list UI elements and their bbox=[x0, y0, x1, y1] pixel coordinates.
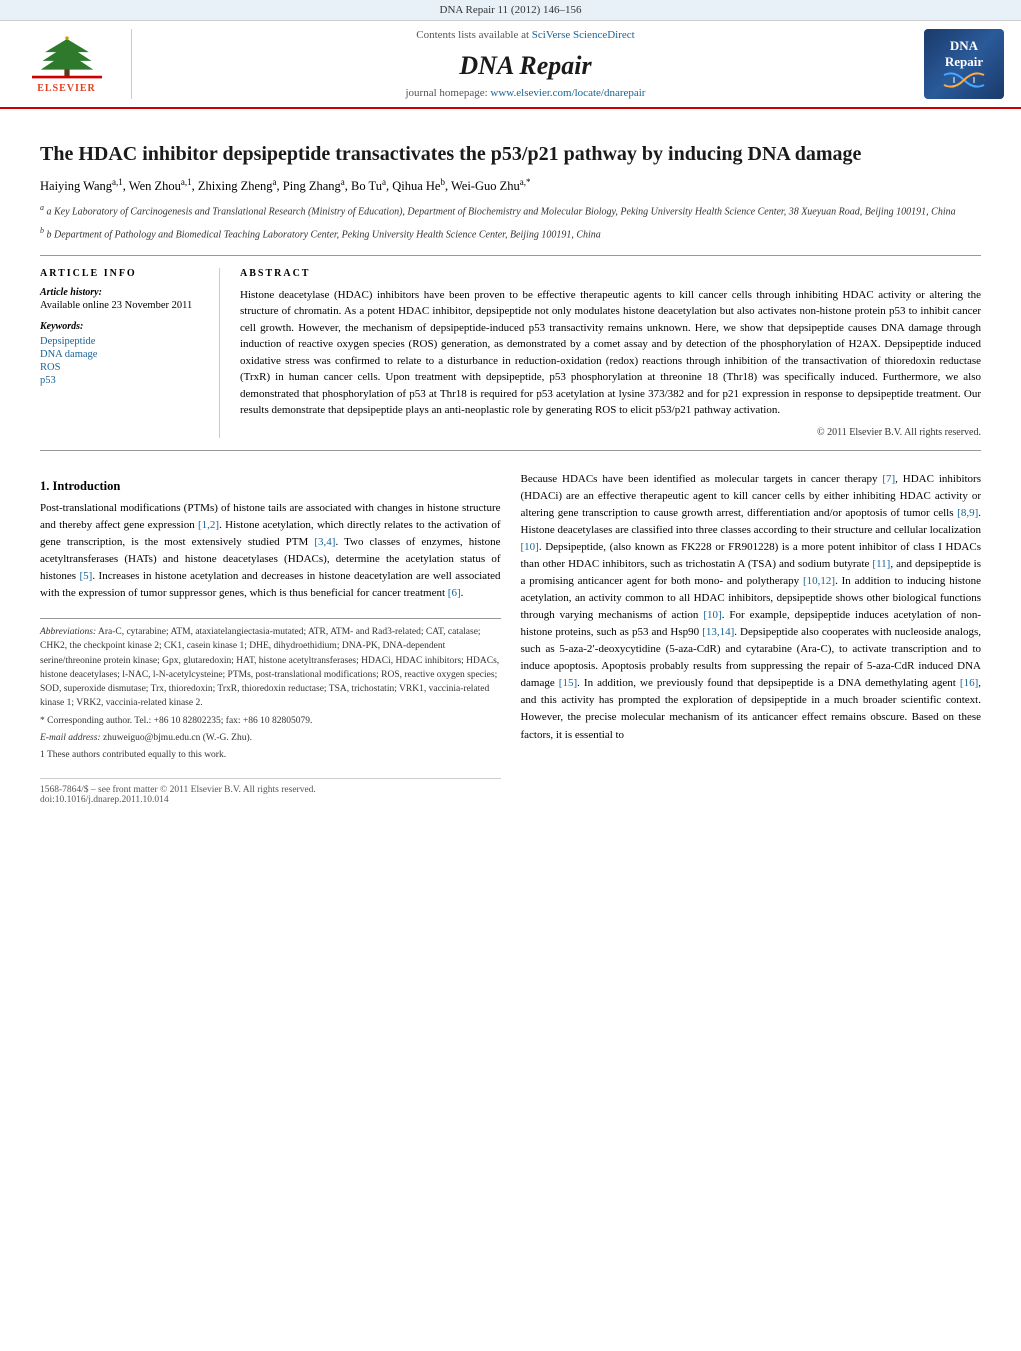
top-bar: DNA Repair 11 (2012) 146–156 bbox=[0, 0, 1021, 21]
journal-header: ELSEVIER Contents lists available at Sci… bbox=[0, 21, 1021, 109]
article-info-panel: ARTICLE INFO Article history: Available … bbox=[40, 268, 220, 438]
issn-line: 1568-7864/$ – see front matter © 2011 El… bbox=[40, 785, 501, 795]
journal-center: Contents lists available at SciVerse Sci… bbox=[142, 29, 909, 99]
abstract-panel: ABSTRACT Histone deacetylase (HDAC) inhi… bbox=[240, 268, 981, 438]
bottom-bar: 1568-7864/$ – see front matter © 2011 El… bbox=[40, 778, 501, 805]
intro-left-paragraph: Post-translational modifications (PTMs) … bbox=[40, 500, 501, 602]
section-1-title: 1. Introduction bbox=[40, 479, 501, 494]
abstract-heading: ABSTRACT bbox=[240, 268, 981, 279]
doi-line: doi:10.1016/j.dnarep.2011.10.014 bbox=[40, 795, 501, 805]
body-content: 1. Introduction Post-translational modif… bbox=[40, 463, 981, 806]
article-info-abstract-section: ARTICLE INFO Article history: Available … bbox=[40, 268, 981, 438]
affiliation-b: b b Department of Pathology and Biomedic… bbox=[40, 225, 981, 242]
elsevier-text: ELSEVIER bbox=[37, 83, 96, 94]
sciverse-link: Contents lists available at SciVerse Sci… bbox=[142, 29, 909, 41]
history-label: Article history: bbox=[40, 287, 204, 298]
journal-name-heading: DNA Repair bbox=[142, 51, 909, 81]
right-column: Because HDACs have been identified as mo… bbox=[521, 471, 982, 806]
abstract-text: Histone deacetylase (HDAC) inhibitors ha… bbox=[240, 287, 981, 419]
dna-repair-logo: DNARepair bbox=[919, 29, 1009, 99]
keyword-4: p53 bbox=[40, 375, 204, 386]
copyright-notice: © 2011 Elsevier B.V. All rights reserved… bbox=[240, 427, 981, 438]
journal-homepage: journal homepage: www.elsevier.com/locat… bbox=[142, 87, 909, 99]
intro-right-paragraph: Because HDACs have been identified as mo… bbox=[521, 471, 982, 744]
keywords-label: Keywords: bbox=[40, 321, 204, 332]
keyword-1: Depsipeptide bbox=[40, 336, 204, 347]
keyword-3: ROS bbox=[40, 362, 204, 373]
history-value: Available online 23 November 2011 bbox=[40, 300, 204, 311]
elsevier-logo: ELSEVIER bbox=[12, 29, 132, 99]
dna-helix-icon bbox=[939, 70, 989, 90]
sciverse-link-anchor[interactable]: SciVerse ScienceDirect bbox=[532, 29, 635, 41]
journal-citation: DNA Repair 11 (2012) 146–156 bbox=[440, 4, 582, 16]
keyword-2: DNA damage bbox=[40, 349, 204, 360]
article-info-heading: ARTICLE INFO bbox=[40, 268, 204, 279]
divider-after-abstract bbox=[40, 450, 981, 451]
dna-logo-box: DNARepair bbox=[924, 29, 1004, 99]
divider-after-affiliations bbox=[40, 255, 981, 256]
left-column: 1. Introduction Post-translational modif… bbox=[40, 471, 501, 806]
journal-homepage-link[interactable]: www.elsevier.com/locate/dnarepair bbox=[490, 87, 645, 99]
affiliation-a: a a Key Laboratory of Carcinogenesis and… bbox=[40, 202, 981, 219]
main-content: The HDAC inhibitor depsipeptide transact… bbox=[0, 109, 1021, 821]
corresponding-author-footnote: * Corresponding author. Tel.: +86 10 828… bbox=[40, 714, 501, 728]
equal-contribution-footnote: 1 These authors contributed equally to t… bbox=[40, 748, 501, 762]
elsevier-tree-icon bbox=[32, 34, 102, 79]
abbreviations-footnote: Abbreviations: Ara-C, cytarabine; ATM, a… bbox=[40, 625, 501, 711]
email-footnote: E-mail address: zhuweiguo@bjmu.edu.cn (W… bbox=[40, 731, 501, 745]
article-title: The HDAC inhibitor depsipeptide transact… bbox=[40, 141, 981, 167]
authors-line: Haiying Wanga,1, Wen Zhoua,1, Zhixing Zh… bbox=[40, 177, 981, 194]
dna-logo-text: DNARepair bbox=[945, 38, 983, 69]
footnotes-section: Abbreviations: Ara-C, cytarabine; ATM, a… bbox=[40, 618, 501, 762]
